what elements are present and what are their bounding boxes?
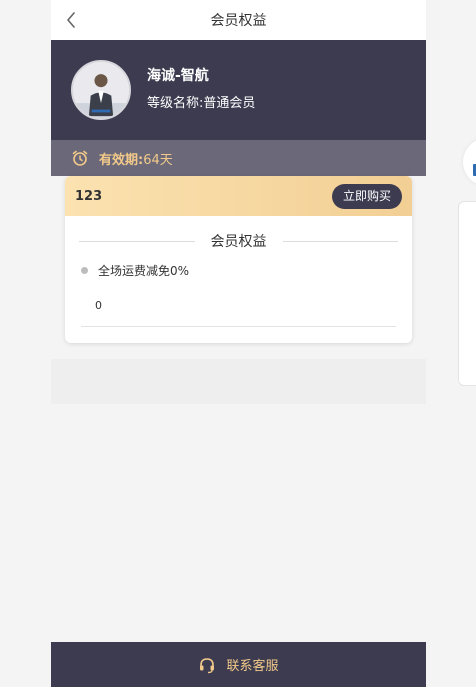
avatar-image — [73, 62, 129, 118]
benefits-section-title: 会员权益 — [79, 231, 398, 251]
benefit-text: 全场运费减免0% — [98, 264, 190, 278]
chevron-left-icon — [67, 12, 75, 28]
card-divider — [81, 326, 396, 327]
membership-card: 123 立即购买 会员权益 全场运费减免0% 0 — [65, 176, 412, 343]
validity-label: 有效期: — [99, 152, 144, 168]
profile-header: 海诚-智航 等级名称:普通会员 — [51, 40, 426, 140]
benefit-item: 全场运费减免0% — [81, 262, 189, 279]
buy-now-button[interactable]: 立即购买 — [331, 184, 402, 209]
side-panel-edge — [458, 201, 476, 386]
benefit-value: 0 — [95, 299, 102, 312]
divider-right — [282, 240, 398, 242]
top-bar: 会员权益 — [51, 0, 426, 40]
member-benefits-page: 会员权益 海诚-智航 等级名称:普通会员 有效期: 64天 123 立即购买 会… — [51, 0, 426, 687]
page-title: 会员权益 — [210, 13, 267, 29]
username: 海诚-智航 — [147, 68, 209, 84]
card-header: 123 立即购买 — [65, 176, 412, 216]
side-floating-button[interactable] — [463, 138, 476, 186]
member-level: 等级名称:普通会员 — [147, 96, 256, 111]
benefits-title: 会员权益 — [210, 234, 267, 250]
bullet-dot — [81, 267, 88, 274]
contact-service-bar[interactable]: 联系客服 — [51, 642, 426, 687]
headset-icon — [200, 657, 215, 673]
empty-content-block — [51, 359, 426, 404]
alarm-clock-icon — [72, 150, 88, 166]
back-button[interactable] — [61, 10, 81, 30]
validity-bar: 有效期: 64天 — [51, 140, 426, 176]
validity-value: 64天 — [143, 152, 173, 168]
avatar[interactable] — [71, 60, 131, 120]
contact-service-label: 联系客服 — [226, 659, 279, 674]
membership-name: 123 — [75, 188, 103, 204]
divider-left — [79, 240, 195, 242]
